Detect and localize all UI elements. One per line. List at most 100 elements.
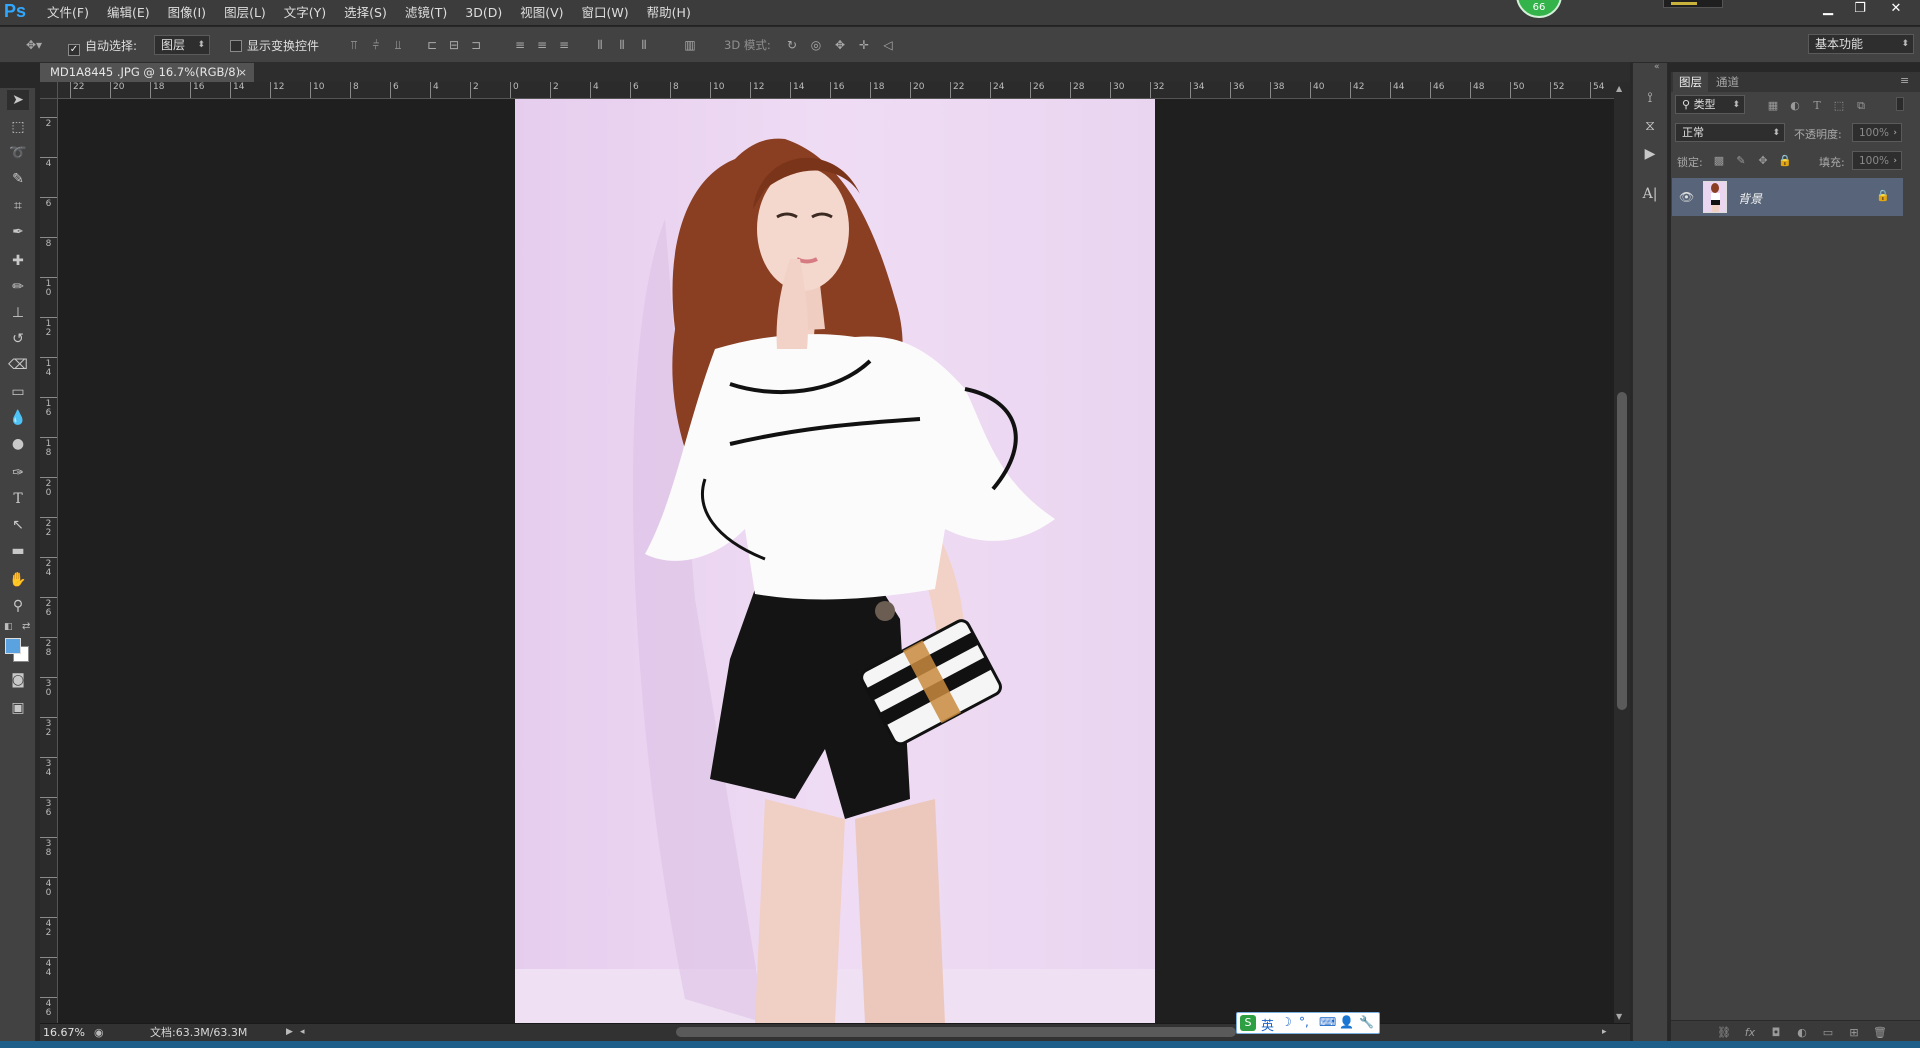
quick-select-tool-icon[interactable]: ✎ xyxy=(7,169,29,189)
lock-position-icon[interactable]: ✥ xyxy=(1756,154,1770,168)
move-tool-icon[interactable]: ➤ xyxy=(7,90,29,110)
menu-edit[interactable]: 编辑(E) xyxy=(98,0,159,26)
zoom-level[interactable]: 16.67% xyxy=(43,1024,85,1041)
show-transform-checkbox[interactable] xyxy=(230,40,242,52)
menu-file[interactable]: 文件(F) xyxy=(38,0,98,26)
3d-pan-icon[interactable]: ✥ xyxy=(832,37,848,53)
visibility-eye-icon[interactable]: 👁 xyxy=(1679,190,1694,204)
filter-type-icon[interactable]: T xyxy=(1810,99,1824,113)
menu-view[interactable]: 视图(V) xyxy=(511,0,572,26)
menu-filter[interactable]: 滤镜(T) xyxy=(396,0,456,26)
gradient-tool-icon[interactable]: ▭ xyxy=(7,382,29,402)
document-tab[interactable]: MD1A8445 .JPG @ 16.7%(RGB/8) × xyxy=(40,63,254,82)
scroll-right-icon[interactable]: ▸ xyxy=(1602,1024,1607,1041)
filter-smart-object-icon[interactable]: ⧉ xyxy=(1854,99,1868,113)
3d-roll-icon[interactable]: ◎ xyxy=(808,37,824,53)
history-brush-tool-icon[interactable]: ↺ xyxy=(7,329,29,349)
minimize-button[interactable]: ▁ xyxy=(1812,0,1844,18)
lock-transparency-icon[interactable]: ▩ xyxy=(1712,154,1726,168)
zoom-tool-icon[interactable]: ⚲ xyxy=(7,596,29,616)
blur-tool-icon[interactable]: 💧 xyxy=(7,408,29,428)
align-left-icon[interactable]: ⊏ xyxy=(424,37,440,53)
layer-thumbnail[interactable] xyxy=(1703,181,1727,213)
align-top-icon[interactable]: ⫪ xyxy=(346,37,362,53)
vertical-ruler[interactable]: 2468101214161820222426283032343638404244… xyxy=(40,99,58,1023)
3d-scale-icon[interactable]: ◁ xyxy=(880,37,896,53)
panel-menu-icon[interactable]: ≡ xyxy=(1900,74,1909,87)
swap-colors-icon[interactable]: ⇄ xyxy=(22,621,30,632)
opacity-input[interactable]: 100% › xyxy=(1852,123,1902,142)
ime-toolbar[interactable]: S 英 ☽ °, ⌨ 👤 🔧 xyxy=(1236,1012,1380,1034)
horizontal-scroll-thumb[interactable] xyxy=(676,1027,1236,1037)
add-mask-icon[interactable]: ◘ xyxy=(1768,1026,1784,1042)
history-panel-icon[interactable]: ⧖ xyxy=(1640,116,1660,136)
distribute-bottom-icon[interactable]: ≡ xyxy=(556,37,572,53)
type-tool-icon[interactable]: T xyxy=(7,489,29,509)
auto-align-icon[interactable]: ▥ xyxy=(682,37,698,53)
ime-halfwidth-icon[interactable]: ☽ xyxy=(1281,1015,1292,1029)
filter-adjustment-icon[interactable]: ◐ xyxy=(1788,99,1802,113)
filter-toggle[interactable] xyxy=(1896,97,1904,111)
ime-punctuation-icon[interactable]: °, xyxy=(1299,1015,1309,1029)
marquee-tool-icon[interactable]: ⬚ xyxy=(7,117,29,137)
healing-brush-tool-icon[interactable]: ✚ xyxy=(7,251,29,271)
lock-pixels-icon[interactable]: ✎ xyxy=(1734,154,1748,168)
menu-image[interactable]: 图像(I) xyxy=(159,0,215,26)
align-right-icon[interactable]: ⊐ xyxy=(468,37,484,53)
collapse-panels-icon[interactable]: « xyxy=(1654,62,1660,72)
menu-help[interactable]: 帮助(H) xyxy=(638,0,700,26)
ime-settings-icon[interactable]: 🔧 xyxy=(1359,1015,1374,1029)
delete-layer-icon[interactable]: 🗑 xyxy=(1872,1026,1888,1042)
tab-layers[interactable]: 图层 xyxy=(1673,72,1708,92)
3d-rotate-icon[interactable]: ↻ xyxy=(784,37,800,53)
distribute-right-icon[interactable]: ⦀ xyxy=(636,37,652,53)
show-transform-option[interactable]: 显示变换控件 xyxy=(230,37,319,54)
hand-tool-icon[interactable]: ✋ xyxy=(7,570,29,590)
auto-select-checkbox[interactable]: ✓ xyxy=(68,44,80,56)
filter-pixel-icon[interactable]: ▦ xyxy=(1766,99,1780,113)
vertical-scroll-thumb[interactable] xyxy=(1617,392,1627,710)
paths-panel-icon[interactable]: ⟟ xyxy=(1640,88,1660,108)
new-group-icon[interactable]: ▭ xyxy=(1820,1026,1836,1042)
new-adjustment-icon[interactable]: ◐ xyxy=(1794,1026,1810,1042)
3d-slide-icon[interactable]: ✛ xyxy=(856,37,872,53)
lock-all-icon[interactable]: 🔒 xyxy=(1778,154,1792,168)
ime-user-icon[interactable]: 👤 xyxy=(1339,1015,1354,1029)
path-selection-tool-icon[interactable]: ↖ xyxy=(7,515,29,535)
link-layers-icon[interactable]: ⛓ xyxy=(1716,1026,1732,1042)
scroll-up-icon[interactable]: ▲ xyxy=(1616,84,1622,93)
default-colors-icon[interactable]: ◧ xyxy=(4,622,13,632)
lasso-tool-icon[interactable]: ➰ xyxy=(7,143,29,163)
auto-select-target-select[interactable]: 图层 ⬍ xyxy=(154,35,210,55)
align-vcenter-icon[interactable]: ⫩ xyxy=(368,37,384,53)
windows-taskbar[interactable] xyxy=(0,1041,1920,1048)
scroll-down-icon[interactable]: ▼ xyxy=(1616,1012,1622,1021)
filter-shape-icon[interactable]: ⬚ xyxy=(1832,99,1846,113)
layer-style-icon[interactable]: fx xyxy=(1742,1026,1758,1042)
auto-select-option[interactable]: ✓ 自动选择: xyxy=(68,37,137,56)
menu-window[interactable]: 窗口(W) xyxy=(573,0,638,26)
horizontal-ruler[interactable]: 22 20 18 16 14 12 10 8 6 4 2 0 2 4 6 8 10 12 14 16 18 20 22 24 2… xyxy=(58,82,1618,99)
ime-mode[interactable]: 英 xyxy=(1261,1015,1274,1034)
close-tab-icon[interactable]: × xyxy=(238,63,247,82)
ruler-origin[interactable] xyxy=(40,82,58,99)
align-hcenter-icon[interactable]: ⊟ xyxy=(446,37,462,53)
menu-layer[interactable]: 图层(L) xyxy=(215,0,275,26)
move-tool-preset-icon[interactable]: ✥▾ xyxy=(20,37,48,53)
quick-mask-icon[interactable]: ◙ xyxy=(7,670,29,690)
scroll-left-icon[interactable]: ◂ xyxy=(300,1024,305,1041)
distribute-top-icon[interactable]: ≡ xyxy=(512,37,528,53)
crop-tool-icon[interactable]: ⌗ xyxy=(7,196,29,216)
close-button[interactable]: ✕ xyxy=(1876,0,1916,18)
tab-channels[interactable]: 通道 xyxy=(1710,72,1745,92)
pen-tool-icon[interactable]: ✑ xyxy=(7,463,29,483)
layer-name[interactable]: 背景 xyxy=(1738,190,1762,207)
distribute-left-icon[interactable]: ⦀ xyxy=(592,37,608,53)
character-panel-icon[interactable]: A| xyxy=(1640,184,1660,204)
actions-panel-icon[interactable]: ▶ xyxy=(1640,144,1660,164)
eraser-tool-icon[interactable]: ⌫ xyxy=(7,355,29,375)
foreground-color-swatch[interactable] xyxy=(5,638,21,654)
dodge-tool-icon[interactable]: ● xyxy=(7,434,29,454)
new-layer-icon[interactable]: ⊞ xyxy=(1846,1026,1862,1042)
workspace-select[interactable]: 基本功能 ⬍ xyxy=(1808,34,1914,54)
